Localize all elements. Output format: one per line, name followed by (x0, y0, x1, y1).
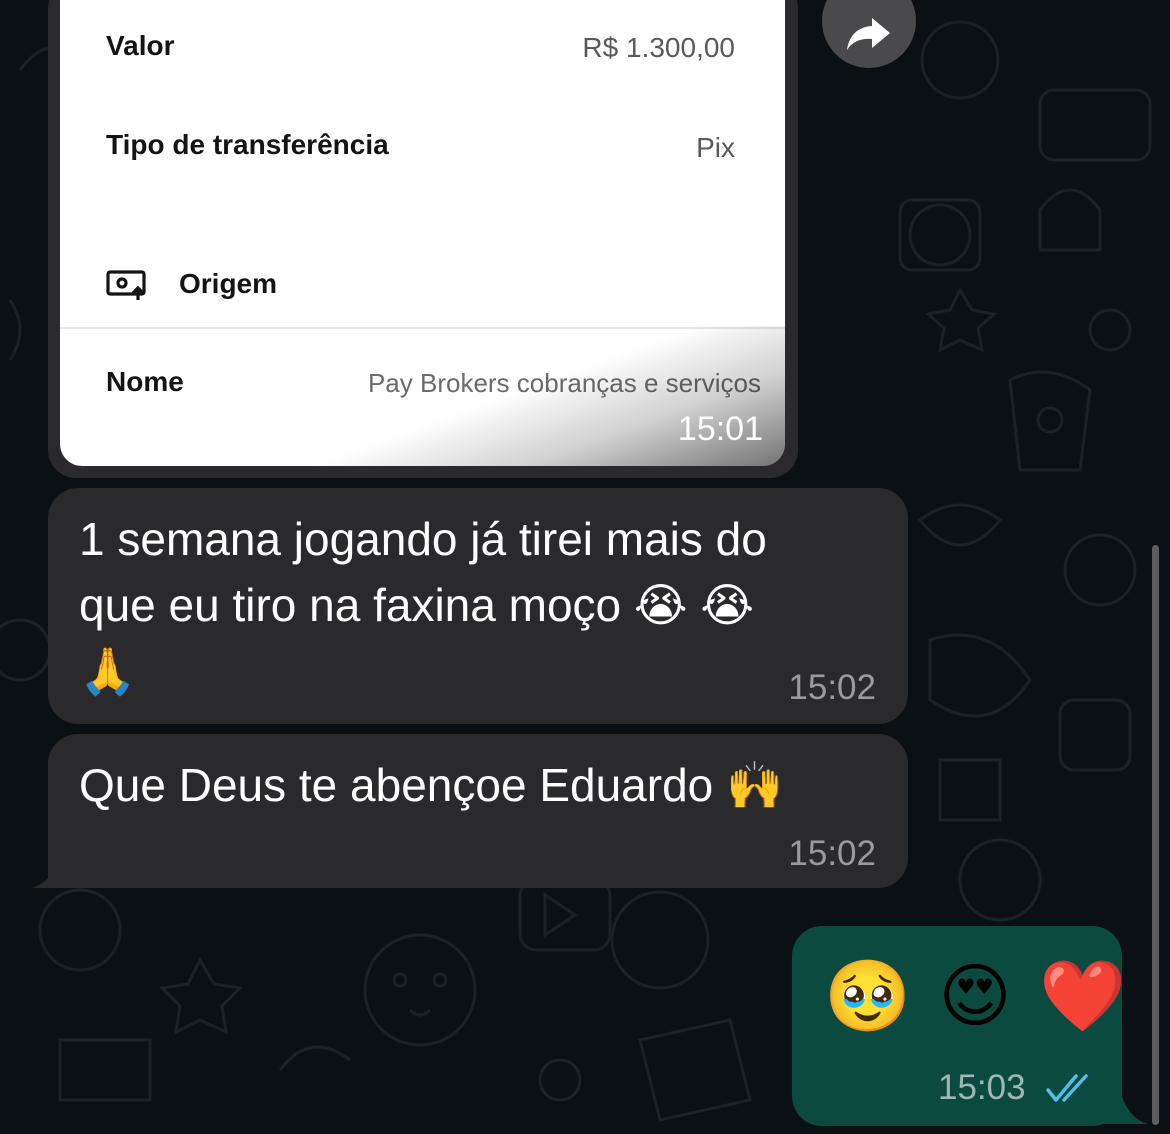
chat-scrollbar[interactable] (1152, 545, 1159, 1125)
receipt-divider (60, 327, 785, 329)
receipt-screenshot[interactable]: Valor R$ 1.300,00 Tipo de transferência … (60, 0, 785, 466)
receipt-value-tipo: Pix (696, 132, 735, 163)
outgoing-bubble-tail (1090, 1076, 1148, 1124)
message-time: 15:03 (938, 1068, 1026, 1107)
message-text-line: que eu tiro na faxina moço 😭 😭 (79, 579, 755, 631)
receipt-value-nome: Pay Brokers cobranças e serviços (367, 368, 761, 398)
image-message-time: 15:01 (677, 410, 763, 448)
forward-arrow-icon (846, 16, 892, 57)
receipt-label-tipo: Tipo de transferência (106, 129, 389, 160)
double-check-read-icon (1046, 1074, 1088, 1102)
message-time: 15:02 (788, 834, 876, 873)
receipt-value-valor: R$ 1.300,00 (582, 32, 735, 63)
incoming-message[interactable]: 1 semana jogando já tirei mais do que eu… (48, 488, 908, 724)
message-text-line: 🙏 (79, 645, 137, 697)
message-time: 15:02 (788, 668, 876, 707)
message-emojis: 🥹 😍 ❤️ (824, 957, 1131, 1035)
receipt-label-nome: Nome (106, 366, 184, 397)
receipt-section-origem: Origem (179, 268, 278, 299)
incoming-message[interactable]: Que Deus te abençoe Eduardo 🙌 15:02 (48, 734, 908, 888)
payment-source-icon (106, 270, 148, 302)
message-text-line: 1 semana jogando já tirei mais do (79, 513, 767, 565)
receipt-label-valor: Valor (106, 30, 175, 61)
outgoing-message[interactable]: 🥹 😍 ❤️ 15:03 (792, 926, 1126, 1126)
message-text-line: Que Deus te abençoe Eduardo 🙌 (79, 759, 784, 811)
incoming-bubble-tail (32, 840, 90, 888)
